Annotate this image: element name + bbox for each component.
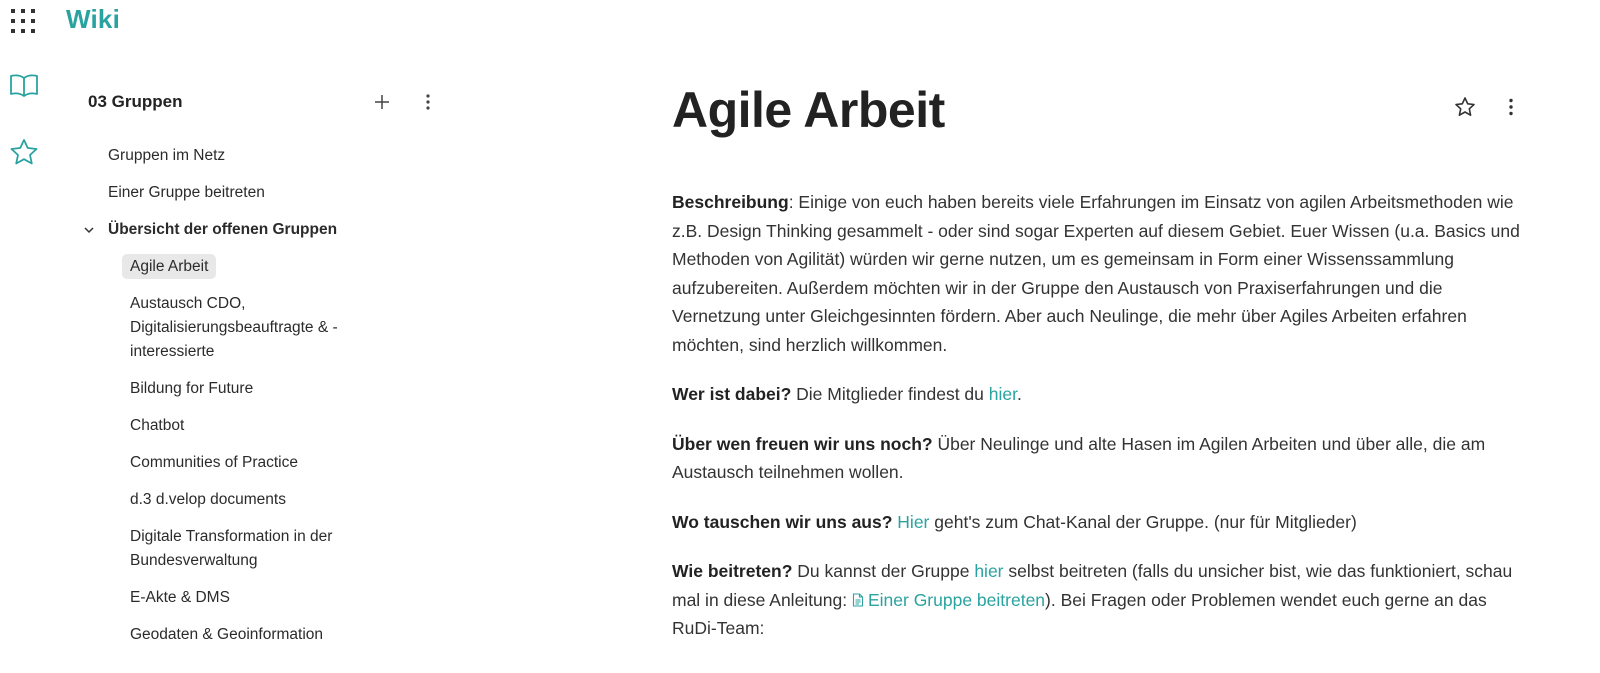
paragraph-text: : Einige von euch haben bereits viele Er… [672,192,1520,355]
paragraph-text: Die Mitglieder findest du [791,384,989,404]
paragraph-text: Du kannst der Gruppe [792,561,975,581]
tree-item-austausch-cdo[interactable]: Austausch CDO, Digitalisierungsbeauftrag… [80,288,410,373]
guide-link-label: Einer Gruppe beitreten [867,589,1046,610]
tree-item-label: Gruppen im Netz [108,147,226,164]
join-group-link[interactable]: hier [974,561,1003,581]
nav-title: 03 Gruppen [88,92,183,111]
paragraph-heading: Wie beitreten? [672,561,793,581]
tree-item-d3-dvelop[interactable]: d.3 d.velop documents [80,484,410,521]
plus-icon[interactable] [370,90,394,114]
tree-item-label: E-Akte & DMS [130,589,230,606]
page-tree: Gruppen im Netz Einer Gruppe beitreten Ü… [80,142,450,656]
tree-item-label: d.3 d.velop documents [130,491,286,508]
tree-item-e-akte-dms[interactable]: E-Akte & DMS [80,582,410,619]
apps-grid-icon[interactable] [10,8,36,34]
tree-group-offene-gruppen[interactable]: Übersicht der offenen Gruppen [80,216,450,251]
tree-item-geodaten[interactable]: Geodaten & Geoinformation [80,619,410,656]
tree-item-label: Austausch CDO, Digitalisierungsbeauftrag… [130,295,338,360]
app-title[interactable]: Wiki [66,4,120,35]
tree-item-label: Agile Arbeit [122,254,217,279]
tree-group-label: Übersicht der offenen Gruppen [108,221,338,238]
tree-item-communities-of-practice[interactable]: Communities of Practice [80,447,410,484]
tree-item-label: Digitale Transformation in der Bundesver… [130,528,333,569]
top-bar: Wiki [0,0,1600,44]
members-link[interactable]: hier [989,384,1017,404]
paragraph-who: Über wen freuen wir uns noch? Über Neuli… [672,430,1532,487]
tree-item-label: Geodaten & Geoinformation [130,626,324,643]
document-icon [852,592,864,607]
tree-item-gruppen-im-netz[interactable]: Gruppen im Netz [80,142,450,179]
tree-item-label: Chatbot [130,417,185,434]
page-body: Beschreibung: Einige von euch haben bere… [672,188,1532,664]
tree-item-label: Einer Gruppe beitreten [108,184,265,201]
tree-item-agile-arbeit[interactable]: Agile Arbeit [80,251,410,288]
paragraph-heading: Beschreibung [672,192,789,212]
chat-channel-link[interactable]: Hier [897,512,929,532]
paragraph-where: Wo tauschen wir uns aus? Hier geht's zum… [672,508,1532,537]
tree-item-chatbot[interactable]: Chatbot [80,410,410,447]
paragraph-members: Wer ist dabei? Die Mitglieder findest du… [672,380,1532,409]
navigation-panel: 03 Gruppen Gruppen im Netz Einer Gruppe … [80,80,450,673]
paragraph-text: geht's zum Chat-Kanal der Gruppe. (nur f… [929,511,1357,532]
star-icon[interactable] [1452,94,1478,120]
paragraph-heading: Wo tauschen wir uns aus? [672,511,893,532]
tree-item-label: Bildung for Future [130,380,254,397]
paragraph-text: . [1016,384,1022,404]
tree-item-label: Communities of Practice [130,454,298,471]
paragraph-heading: Über wen freuen wir uns noch? [672,433,933,454]
page-title: Agile Arbeit [672,82,945,138]
tree-item-bildung-for-future[interactable]: Bildung for Future [80,373,410,410]
more-vertical-icon[interactable] [416,90,440,114]
chevron-down-icon[interactable] [82,223,96,237]
paragraph-description: Beschreibung: Einige von euch haben bere… [672,188,1532,359]
star-icon[interactable] [8,136,40,168]
nav-header: 03 Gruppen [88,88,438,116]
paragraph-join: Wie beitreten? Du kannst der Gruppe hier… [672,557,1532,643]
book-open-icon[interactable] [8,70,40,102]
guide-link[interactable]: Einer Gruppe beitreten [852,590,1045,610]
tree-item-einer-gruppe-beitreten[interactable]: Einer Gruppe beitreten [80,179,450,216]
paragraph-heading: Wer ist dabei? [672,384,792,404]
more-vertical-icon[interactable] [1498,94,1524,120]
tree-item-digitale-transformation[interactable]: Digitale Transformation in der Bundesver… [80,521,410,582]
